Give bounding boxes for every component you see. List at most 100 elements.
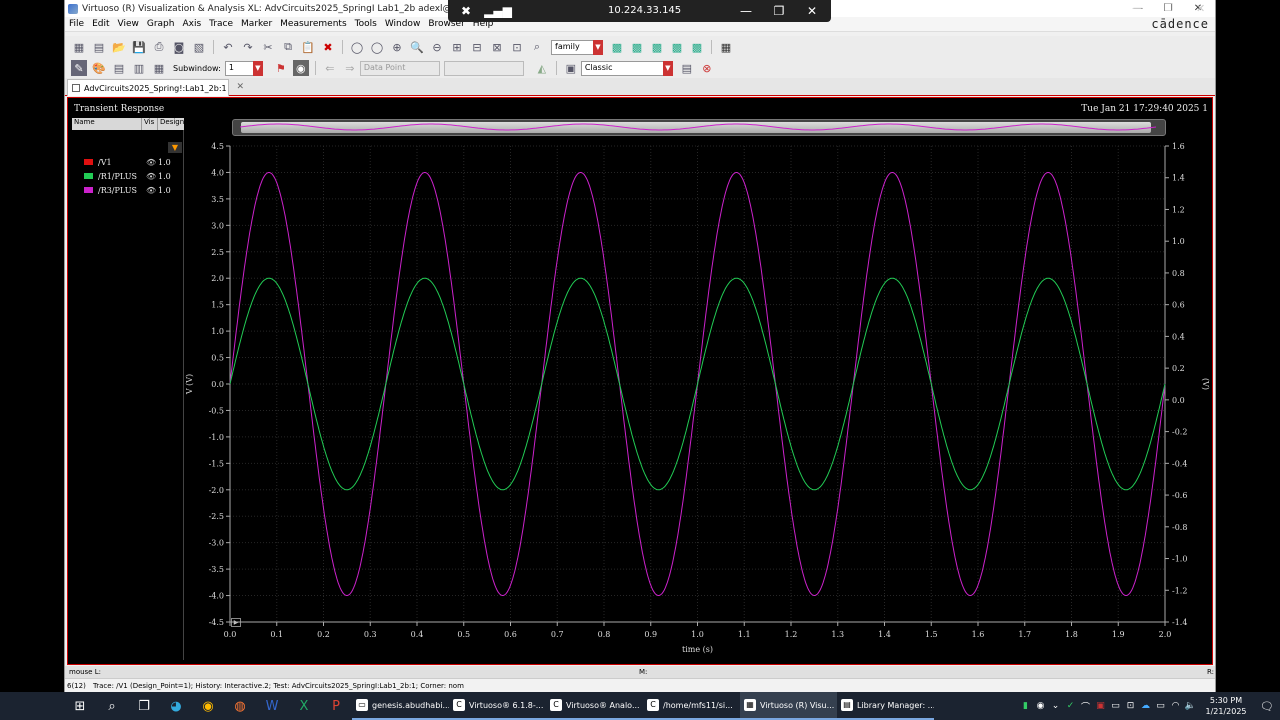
rdp-restore-icon[interactable]: ❐ xyxy=(771,3,787,19)
zoom-region-icon[interactable]: ⊡ xyxy=(509,39,525,55)
stop-icon[interactable]: ◯ xyxy=(349,39,365,55)
overlay-icon[interactable]: ▩ xyxy=(649,39,665,55)
edge-icon[interactable]: ◕ xyxy=(160,692,192,720)
outer-close-icon[interactable]: ✕ xyxy=(1196,2,1205,15)
plot-window[interactable]: Transient Response Tue Jan 21 17:29:40 2… xyxy=(67,97,1213,665)
tray-chrome-icon[interactable]: ◉ xyxy=(1033,701,1048,711)
tab-lab1-2b[interactable]: AdvCircuits2025_Spring!:Lab1_2b:1 ✕ xyxy=(67,79,244,96)
tray-wifi2-icon[interactable]: ◠ xyxy=(1168,701,1183,711)
close-tab-icon[interactable]: ✕ xyxy=(236,82,244,92)
marker-icon[interactable]: ◉ xyxy=(292,60,309,76)
flag-icon[interactable]: ⚑ xyxy=(273,60,289,76)
menu-view[interactable]: View xyxy=(118,19,139,29)
layout-columns-icon[interactable]: ▥ xyxy=(131,60,147,76)
open-folder-icon[interactable]: 📂 xyxy=(111,39,127,55)
split-icon[interactable]: ▩ xyxy=(669,39,685,55)
tray-battery-icon[interactable]: ▭ xyxy=(1108,701,1123,711)
tray-pdf-icon[interactable]: ▣ xyxy=(1093,701,1108,711)
camera-icon[interactable]: ◙ xyxy=(171,39,187,55)
arrow-left-icon[interactable]: ⇐ xyxy=(322,60,338,76)
taskbar-app-genesis[interactable]: ▭ genesis.abudhabi... xyxy=(352,692,449,720)
tray-volume-icon[interactable]: 🔈 xyxy=(1183,701,1198,711)
powerpoint-icon[interactable]: P xyxy=(320,692,352,720)
cut-icon[interactable]: ✂ xyxy=(260,39,276,55)
taskbar-app-home-terminal[interactable]: C/home/mfs11/si... xyxy=(643,692,740,720)
export-icon[interactable]: ▧ xyxy=(191,39,207,55)
new-window-icon[interactable]: ▦ xyxy=(71,39,87,55)
taskbar-clock[interactable]: 5:30 PM 1/21/2025 xyxy=(1198,695,1254,717)
taskbar-app-virtuoso-analog[interactable]: C Virtuoso® Analo... xyxy=(546,692,643,720)
task-view-icon[interactable]: ❐ xyxy=(128,692,160,720)
layout-rows-icon[interactable]: ▤ xyxy=(111,60,127,76)
tray-display-icon[interactable]: ▭ xyxy=(1153,701,1168,711)
save-icon[interactable]: 💾 xyxy=(131,39,147,55)
style-edit-icon[interactable]: ▤ xyxy=(679,60,695,76)
menu-window[interactable]: Window xyxy=(385,19,421,29)
delete-icon[interactable]: ✖ xyxy=(320,39,336,55)
windows-start-icon[interactable]: ⊞ xyxy=(64,692,96,720)
menu-file[interactable]: File xyxy=(69,19,84,29)
datapoint-select[interactable]: Data Point xyxy=(359,60,440,76)
refresh-icon[interactable]: ◯ xyxy=(369,39,385,55)
grid-icon[interactable]: ▦ xyxy=(718,39,734,55)
menu-edit[interactable]: Edit xyxy=(92,19,109,29)
search-icon[interactable]: ⌕ xyxy=(96,692,128,720)
stack-icon[interactable]: ▩ xyxy=(629,39,645,55)
menu-graph[interactable]: Graph xyxy=(147,19,175,29)
tray-chevron-icon[interactable]: ⌄ xyxy=(1048,701,1063,711)
rdp-minimize-icon[interactable]: — xyxy=(738,3,754,19)
table-icon[interactable]: ▣ xyxy=(563,60,579,76)
layout-grid-icon[interactable]: ▦ xyxy=(151,60,167,76)
word-icon[interactable]: W xyxy=(256,692,288,720)
firefox-icon[interactable]: ◍ xyxy=(224,692,256,720)
card-icon[interactable]: ▩ xyxy=(689,39,705,55)
family-select[interactable]: family ▼ xyxy=(551,39,603,55)
zoom-fit-icon[interactable]: 🔍 xyxy=(409,39,425,55)
paste-icon[interactable]: 📋 xyxy=(300,39,316,55)
zoom-out-icon[interactable]: ⊖ xyxy=(429,39,445,55)
taskbar-app-virtuoso-618[interactable]: C Virtuoso® 6.1.8-... xyxy=(449,692,546,720)
pan-icon[interactable]: ⌕ xyxy=(529,39,545,55)
undo-icon[interactable]: ↶ xyxy=(220,39,236,55)
zoom-box-icon[interactable]: ⊠ xyxy=(489,39,505,55)
tray-wifi-icon[interactable]: ⌒ xyxy=(1078,700,1093,713)
excel-icon[interactable]: X xyxy=(288,692,320,720)
chevron-down-icon[interactable]: ▼ xyxy=(593,39,603,55)
outer-minimize-icon[interactable]: — xyxy=(1132,3,1142,14)
pin-icon[interactable]: ✖ xyxy=(458,3,474,19)
tray-cloud-icon[interactable]: ☁ xyxy=(1138,701,1153,711)
notification-icon[interactable]: 🗨 xyxy=(1254,700,1280,713)
menu-trace[interactable]: Trace xyxy=(209,19,233,29)
strip-icon[interactable]: ▩ xyxy=(609,39,625,55)
new-subwindow-icon[interactable]: ▤ xyxy=(91,39,107,55)
arrow-right-icon[interactable]: ⇒ xyxy=(342,60,358,76)
rdp-close-icon[interactable]: ✕ xyxy=(804,3,820,19)
outer-restore-icon[interactable]: ❐ xyxy=(1164,3,1173,14)
chart-icon[interactable]: ◭ xyxy=(534,60,550,76)
tray-shield-icon[interactable]: ✓ xyxy=(1063,701,1078,711)
subwindow-select[interactable]: 1 ▼ xyxy=(224,60,263,76)
print-icon[interactable]: ⎙ xyxy=(151,39,167,55)
datapoint-value-field[interactable] xyxy=(443,60,524,76)
tray-app-icon[interactable]: ▮ xyxy=(1018,701,1033,711)
menu-axis[interactable]: Axis xyxy=(182,19,201,29)
redo-icon[interactable]: ↷ xyxy=(240,39,256,55)
palette-icon[interactable]: 🎨 xyxy=(91,60,107,76)
waveform-plot[interactable]: 0.0 0.1 0.2 0.3 0.4 0.5 0.6 0.7 0.8 0.9 1.0 1.1 1.2 1… xyxy=(68,98,1214,666)
chevron-down-icon[interactable]: ▼ xyxy=(252,60,263,76)
copy-icon[interactable]: ⧉ xyxy=(280,39,296,55)
taskbar-app-virtuoso-viva[interactable]: ▦ Virtuoso (R) Visu... xyxy=(740,692,837,720)
menu-tools[interactable]: Tools xyxy=(355,19,377,29)
taskbar-app-library-manager[interactable]: ▤ Library Manager: ... xyxy=(837,692,934,720)
menu-marker[interactable]: Marker xyxy=(241,19,272,29)
zoom-in-icon[interactable]: ⊕ xyxy=(389,39,405,55)
style-select[interactable]: Classic ▼ xyxy=(580,60,673,76)
tray-network-icon[interactable]: ⊡ xyxy=(1123,701,1138,711)
chevron-down-icon[interactable]: ▼ xyxy=(662,60,673,76)
style-reset-icon[interactable]: ⊗ xyxy=(699,60,715,76)
chrome-icon[interactable]: ◉ xyxy=(192,692,224,720)
pointer-icon[interactable]: ✎ xyxy=(71,60,87,76)
menu-measurements[interactable]: Measurements xyxy=(280,19,346,29)
zoom-y-icon[interactable]: ⊟ xyxy=(469,39,485,55)
zoom-x-icon[interactable]: ⊞ xyxy=(449,39,465,55)
